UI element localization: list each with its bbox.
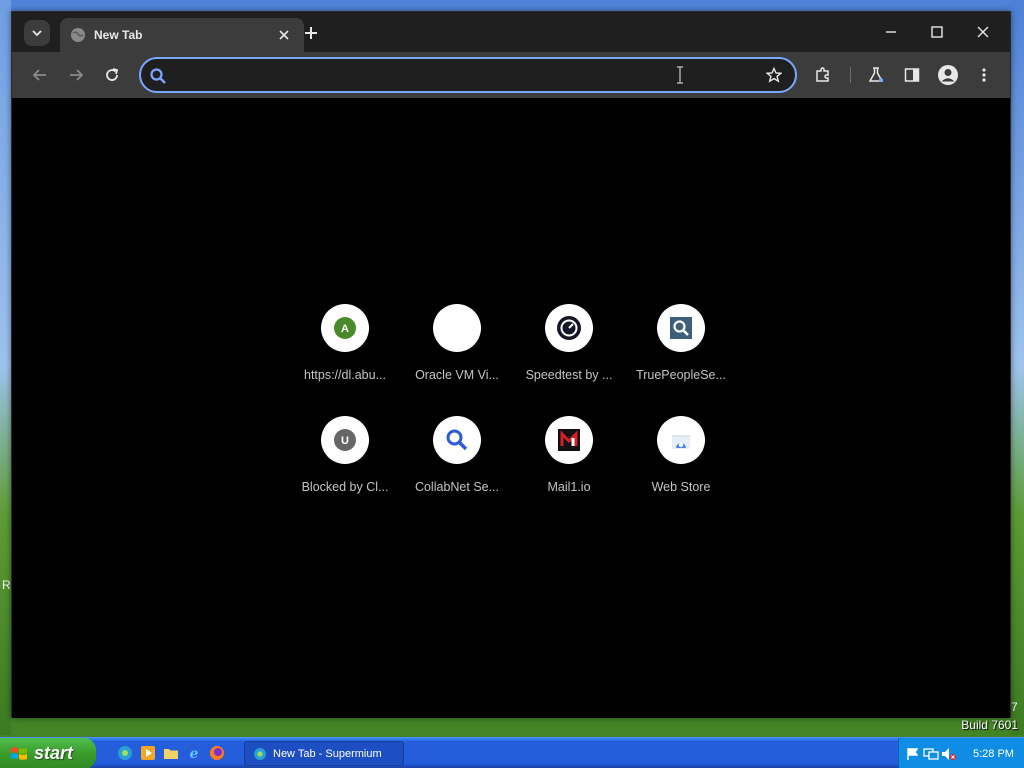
start-label: start [34,743,74,763]
profile-avatar-icon [938,65,958,85]
letter-u-icon: U [334,429,356,451]
minimize-icon [886,31,896,33]
search-icon [148,66,168,86]
chevron-down-icon [32,30,42,37]
quicklaunch-folder-icon[interactable] [162,744,180,762]
close-tab-icon[interactable] [274,25,294,45]
shortcut-label: Oracle VM Vi... [415,368,499,382]
new-tab-page: A https://dl.abu... Oracle VM Vi... Spee… [12,98,1010,718]
clock[interactable]: 5:28 PM [973,748,1014,760]
desktop-stray-text-left: R [2,578,11,592]
desktop-wallpaper-left [0,0,11,735]
new-tab-button[interactable] [299,21,323,45]
shortcut-icon-circle [545,304,593,352]
desktop-wallpaper-right [1011,0,1024,735]
quicklaunch-media-icon[interactable] [139,744,157,762]
desktop-stray-text-right: 7 [1011,700,1018,714]
shortcut-label: TruePeopleSe... [636,368,726,382]
shortcut-tile[interactable]: TruePeopleSe... [629,304,733,404]
extensions-button[interactable] [809,61,837,89]
shortcut-label: Blocked by Cl... [301,480,389,494]
shortcut-icon-circle: U [321,416,369,464]
quicklaunch-firefox-icon[interactable] [208,744,226,762]
system-tray: 5:28 PM [898,738,1024,768]
reload-button[interactable] [98,61,126,89]
shortcut-tile[interactable]: U Blocked by Cl... [293,416,397,516]
browser-toolbar [12,52,1010,98]
tab-title: New Tab [94,28,143,42]
svg-text:A: A [341,323,349,335]
web-store-icon [672,435,690,449]
reload-icon [106,68,119,81]
side-panel-button[interactable] [898,61,926,89]
text-cursor-icon [675,64,685,86]
windows-flag-icon [11,746,27,760]
taskbar-item-label: New Tab - Supermium [273,747,382,760]
flask-icon [868,67,884,82]
address-input[interactable] [175,63,755,87]
tab-strip: New Tab [12,12,1010,52]
maximize-button[interactable] [915,18,959,46]
shortcut-tile[interactable]: Speedtest by ... [517,304,621,404]
tab-search-button[interactable] [24,20,50,46]
shortcut-tile[interactable]: Mail1.io [517,416,621,516]
plus-icon [305,27,317,39]
arrow-right-icon [70,69,84,81]
toolbar-separator [850,67,851,83]
close-window-button[interactable] [961,18,1005,46]
address-bar[interactable] [139,57,797,93]
shortcut-tile[interactable]: A https://dl.abu... [293,304,397,404]
shortcut-label: https://dl.abu... [304,368,386,382]
letter-a-icon: A [334,317,356,339]
quicklaunch-ie-icon[interactable]: e [185,744,203,762]
shortcut-icon-circle [433,304,481,352]
mail1-logo-icon [558,429,580,451]
side-panel-icon [904,68,920,82]
shortcut-tile[interactable]: CollabNet Se... [405,416,509,516]
shortcut-icon-circle [433,416,481,464]
back-button[interactable] [26,61,54,89]
minimize-button[interactable] [869,18,913,46]
windows-build-label: Build 7601 [961,718,1018,732]
taskbar: start e New Tab - Supermium 5:28 PM [0,737,1024,768]
svg-text:e: e [190,746,199,761]
forward-button[interactable] [62,61,90,89]
shortcut-icon-circle [657,304,705,352]
bookmark-star-icon[interactable] [761,62,787,88]
start-button[interactable]: start [0,738,96,768]
browser-window: New Tab A https://dl.abu... Oracle VM Vi… [11,11,1011,718]
supermium-icon [254,747,266,760]
arrow-left-icon [32,69,46,81]
quicklaunch-browser-icon[interactable] [116,744,134,762]
shortcut-label: Speedtest by ... [525,368,613,382]
globe-icon [70,27,86,43]
puzzle-icon [816,67,829,82]
network-icon[interactable] [923,746,939,762]
maximize-icon [931,26,943,38]
tab-new-tab[interactable]: New Tab [60,18,304,52]
volume-muted-icon[interactable] [941,746,957,762]
svg-text:U: U [341,435,349,447]
shortcut-icon-circle [545,416,593,464]
action-center-flag-icon[interactable] [905,746,921,762]
shortcut-label: CollabNet Se... [414,480,500,494]
more-vertical-icon [982,68,986,82]
shortcut-tile[interactable]: Web Store [629,416,733,516]
magnifier-square-icon [670,317,692,339]
magnifier-icon [446,429,468,451]
shortcut-tile[interactable]: Oracle VM Vi... [405,304,509,404]
labs-button[interactable] [862,61,890,89]
profile-button[interactable] [934,61,962,89]
shortcut-icon-circle: A [321,304,369,352]
speedometer-icon [557,316,581,340]
shortcut-icon-circle [657,416,705,464]
menu-button[interactable] [970,61,998,89]
taskbar-item-browser[interactable]: New Tab - Supermium [244,741,404,766]
shortcut-label: Web Store [651,480,711,494]
shortcut-label: Mail1.io [547,480,591,494]
close-icon [977,26,989,38]
